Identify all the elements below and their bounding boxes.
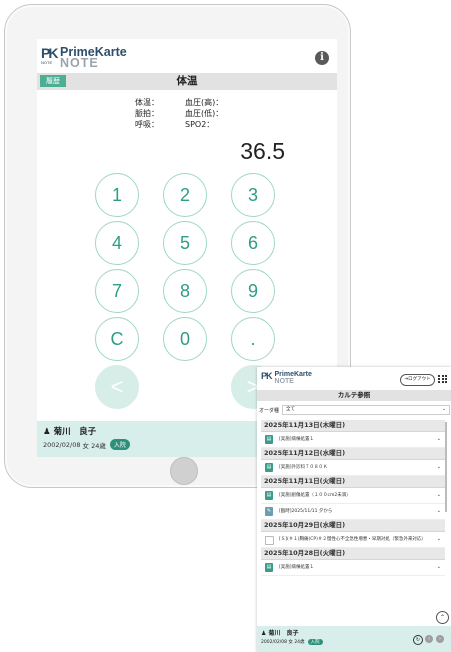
chevron-down-icon: ⌄ — [436, 492, 441, 498]
filter-label: オーダ種 — [259, 407, 280, 414]
chevron-down-icon: ⌄ — [436, 464, 441, 470]
title-bar: 履歴 体温 — [37, 73, 337, 90]
record-entry[interactable]: [Ｓ](＃１)胸痛(CP)＃２慢性心不全急性増悪・早期対処（緊急外来対応） ⌄ — [261, 532, 445, 548]
date-header: 2025年10月29日(水曜日) — [261, 520, 445, 532]
grid-menu-icon[interactable] — [438, 375, 447, 383]
key-5[interactable]: 5 — [163, 221, 207, 265]
record-entry[interactable]: ▤ [実施]病棟処置１ ⌄ — [261, 560, 445, 576]
patient-meta: 2002/02/08 女 24歳 入院 — [261, 639, 323, 645]
patient-sex: 女 — [82, 441, 90, 450]
vital-label: SPO2： — [185, 120, 215, 129]
scrollbar[interactable] — [445, 422, 447, 512]
logo-letters: PK — [41, 45, 58, 61]
status-badge: 入院 — [109, 439, 130, 450]
record-entry[interactable]: ▤ [実施]外診料７０８０Ｋ ⌄ — [261, 460, 445, 476]
document-icon: ▤ — [265, 491, 273, 500]
chevron-down-icon: ⌄ — [436, 564, 441, 570]
key-9[interactable]: 9 — [231, 269, 275, 313]
patient-dob: 2002/02/08 — [43, 440, 81, 449]
key-6[interactable]: 6 — [231, 221, 275, 265]
patient-sex: 女 — [288, 640, 293, 645]
key-4[interactable]: 4 — [95, 221, 139, 265]
patient-name: ♟ 菊川 良子 — [43, 427, 97, 437]
brand-sub: NOTE — [60, 56, 99, 70]
record-entry[interactable]: ▤ [実施]病棟処置１ ⌄ — [261, 432, 445, 448]
key-3[interactable]: 3 — [231, 173, 275, 217]
patient-age: 24歳 — [91, 441, 106, 450]
refresh-icon[interactable]: ↻ — [413, 635, 423, 645]
page-title: カルテ参照 — [257, 390, 451, 401]
logo-icon: PK — [261, 371, 272, 381]
key-1[interactable]: 1 — [95, 173, 139, 217]
logout-button[interactable]: ⇥ログアウト — [400, 374, 435, 386]
logo-icon: PK NOTE — [41, 45, 58, 66]
document-icon: ▤ — [265, 435, 273, 444]
brand-sub: NOTE — [274, 378, 294, 385]
document-icon: ▤ — [265, 463, 273, 472]
patient-bar: ♟ 菊川 良子 2002/02/08 女 24歳 入院 ↻ ‹ › — [257, 626, 451, 652]
chevron-down-icon: ⌄ — [436, 436, 441, 442]
vital-label: 呼吸： — [135, 120, 159, 129]
chevron-down-icon: ⌄ — [442, 407, 447, 412]
record-entry[interactable]: ▤ [実施]創傷処置（１００cm2未満） ⌄ — [261, 488, 445, 504]
chevron-down-icon: ⌄ — [436, 536, 441, 542]
filter-select[interactable]: 全て ⌄ — [282, 405, 451, 415]
phone-screen: PK PrimeKarte NOTE ⇥ログアウト カルテ参照 オーダ種 全て … — [257, 367, 451, 652]
info-icon[interactable]: i — [315, 51, 329, 65]
person-icon: ♟ — [43, 427, 54, 437]
logo-sub: NOTE — [41, 60, 53, 65]
prev-patient-icon[interactable]: ‹ — [425, 635, 433, 643]
patient-name: ♟ 菊川 良子 — [261, 630, 299, 637]
page-title: 体温 — [176, 75, 198, 87]
date-header: 2025年11月11日(火曜日) — [261, 476, 445, 488]
comment-icon: ✎ — [265, 507, 273, 516]
prev-button[interactable]: < — [95, 365, 139, 409]
vital-label: 脈拍： — [135, 109, 159, 118]
app-brand: PK NOTE PrimeKarte NOTE — [41, 45, 127, 70]
record-entry[interactable]: ✎ [臨時]2025/11/11 夕から ⌄ — [261, 504, 445, 520]
vital-label: 体温： — [135, 98, 159, 107]
record-list: 2025年11月13日(木曜日) ▤ [実施]病棟処置１ ⌄ 2025年11月12日… — [261, 420, 445, 576]
patient-meta: 2002/02/08 女 24歳 入院 — [43, 439, 130, 450]
next-patient-icon[interactable]: › — [436, 635, 444, 643]
chevron-down-icon: ⌄ — [436, 508, 441, 514]
app-brand: PK PrimeKarte NOTE — [261, 371, 312, 385]
date-header: 2025年11月13日(木曜日) — [261, 420, 445, 432]
home-button[interactable] — [170, 457, 198, 485]
image-icon — [265, 536, 274, 545]
patient-dob: 2002/02/08 — [261, 639, 287, 645]
patient-age: 24歳 — [294, 640, 305, 645]
key-2[interactable]: 2 — [163, 173, 207, 217]
key-0[interactable]: 0 — [163, 317, 207, 361]
key-clear[interactable]: C — [95, 317, 139, 361]
key-7[interactable]: 7 — [95, 269, 139, 313]
vital-label: 血圧(高)： — [185, 98, 224, 107]
vital-label: 血圧(低)： — [185, 109, 224, 118]
key-decimal[interactable]: . — [231, 317, 275, 361]
order-filter: オーダ種 全て ⌄ — [259, 405, 451, 415]
document-icon: ▤ — [265, 563, 273, 572]
date-header: 2025年10月28日(火曜日) — [261, 548, 445, 560]
vitals-panel: 体温： 血圧(高)： 脈拍： 血圧(低)： 呼吸： SPO2： — [135, 97, 235, 130]
scroll-top-icon[interactable]: ⌃ — [436, 611, 449, 624]
date-header: 2025年11月12日(水曜日) — [261, 448, 445, 460]
brand-name: PrimeKarte — [274, 371, 312, 378]
status-badge: 入院 — [307, 639, 323, 645]
value-display: 36.5 — [240, 138, 285, 164]
key-8[interactable]: 8 — [163, 269, 207, 313]
phone-header: PK PrimeKarte NOTE ⇥ログアウト — [257, 367, 451, 389]
